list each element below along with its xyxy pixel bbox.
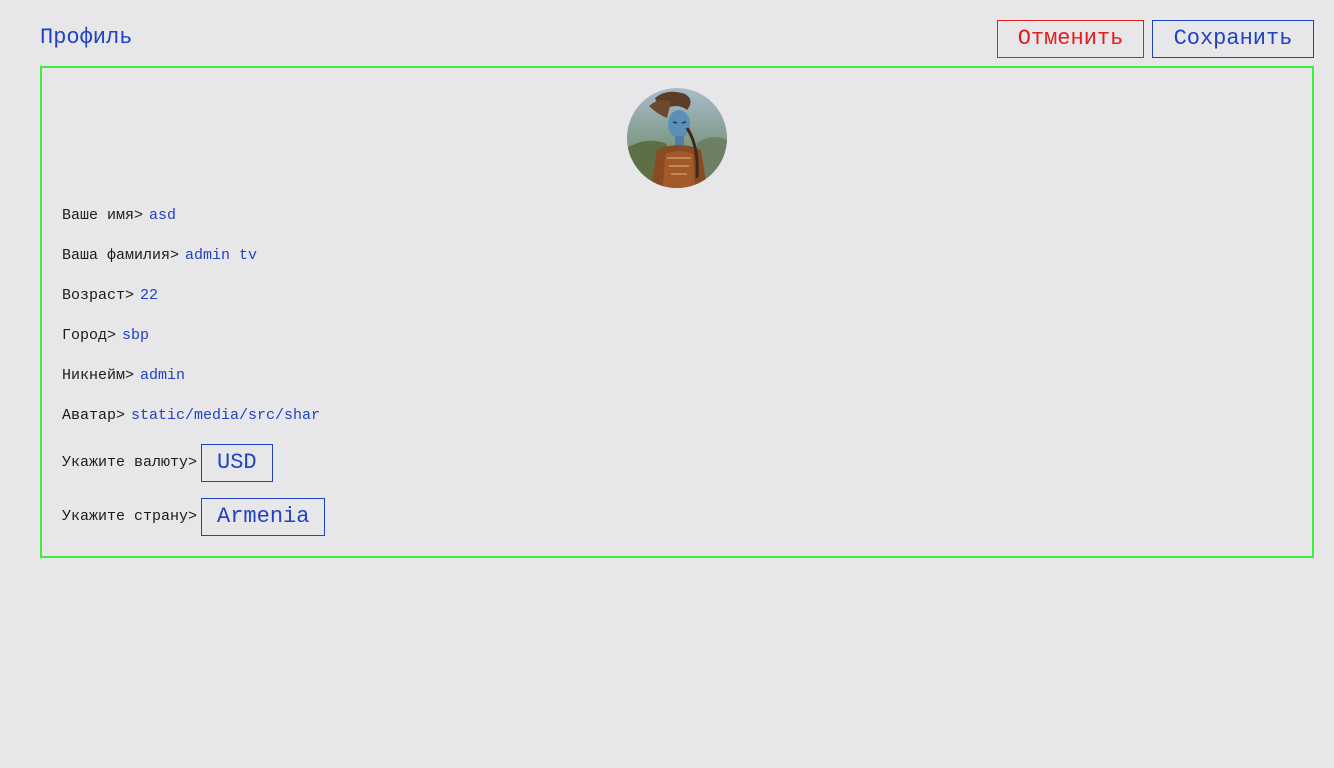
save-button[interactable]: Сохранить: [1152, 20, 1314, 58]
country-select[interactable]: Armenia: [201, 498, 326, 536]
first-name-label: Ваше имя>: [62, 207, 144, 224]
field-avatar: Аватар> static/media/src/shar: [62, 406, 334, 426]
age-label: Возраст>: [62, 287, 135, 304]
field-country: Укажите страну> Armenia: [62, 498, 326, 536]
last-name-label: Ваша фамилия>: [62, 247, 180, 264]
city-input[interactable]: sbp: [122, 326, 149, 346]
page-title: Профиль: [40, 25, 133, 50]
field-city: Город> sbp: [62, 326, 149, 346]
avatar: [627, 88, 727, 188]
nickname-input[interactable]: admin: [140, 366, 185, 386]
avatar-label: Аватар>: [62, 407, 126, 424]
nickname-label: Никнейм>: [62, 367, 135, 384]
field-last-name: Ваша фамилия> admin tv: [62, 246, 257, 266]
first-name-input[interactable]: asd: [149, 206, 176, 226]
city-label: Город>: [62, 327, 117, 344]
field-currency: Укажите валюту> USD: [62, 444, 273, 482]
currency-select[interactable]: USD: [201, 444, 273, 482]
cancel-button[interactable]: Отменить: [997, 20, 1144, 58]
field-nickname: Никнейм> admin: [62, 366, 185, 386]
profile-card: Ваше имя> asd Ваша фамилия> admin tv Воз…: [40, 66, 1314, 558]
profile-page: Профиль Отменить Сохранить Ваше имя> asd…: [0, 0, 1334, 768]
avatar-image: [627, 88, 727, 188]
field-first-name: Ваше имя> asd: [62, 206, 176, 226]
currency-label: Укажите валюту>: [62, 454, 198, 471]
country-label: Укажите страну>: [62, 508, 198, 525]
field-age: Возраст> 22: [62, 286, 158, 306]
age-input[interactable]: 22: [140, 286, 158, 306]
last-name-input[interactable]: admin tv: [185, 246, 257, 266]
avatar-url-input[interactable]: static/media/src/shar: [131, 406, 334, 426]
